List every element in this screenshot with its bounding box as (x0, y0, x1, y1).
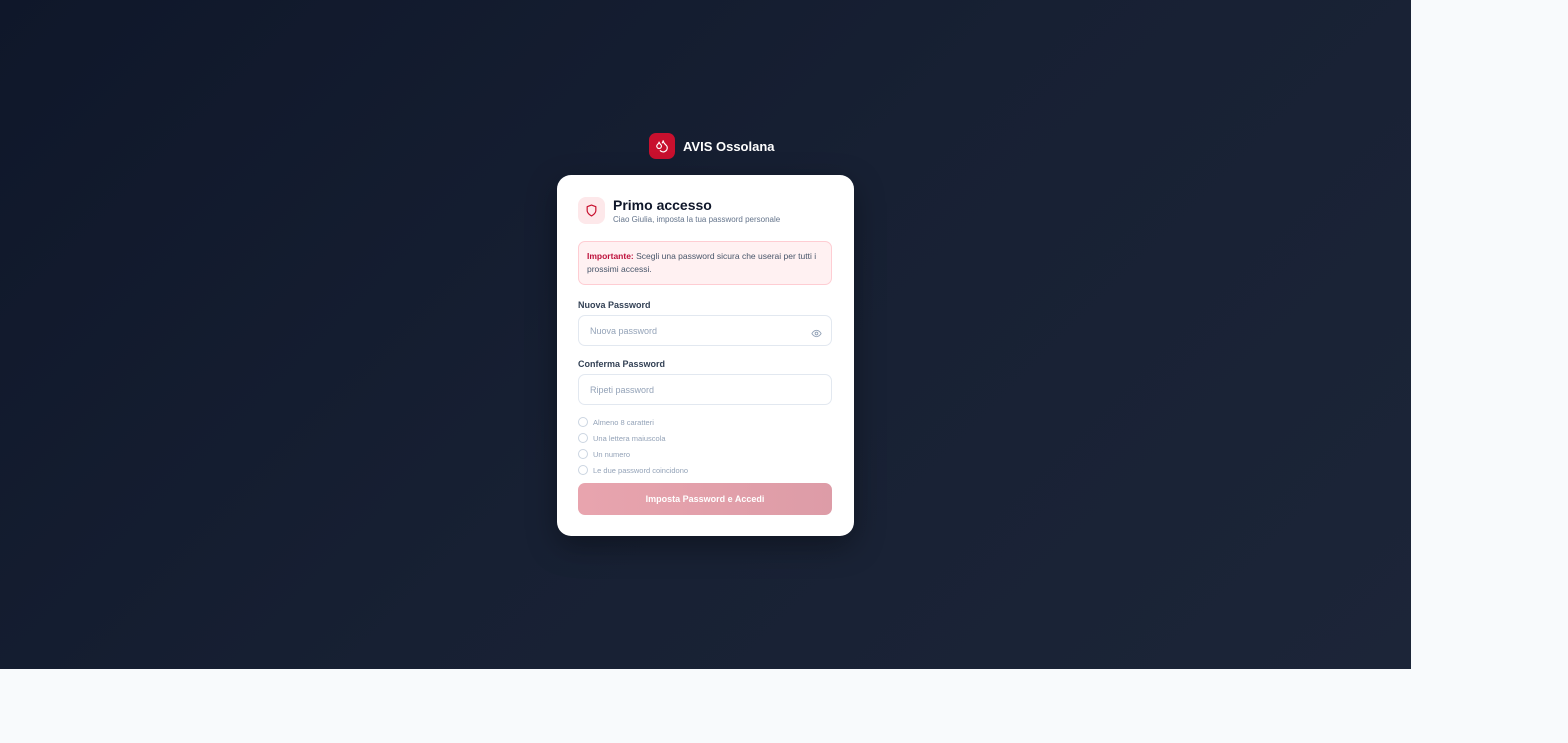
password-requirements: Almeno 8 caratteri Una lettera maiuscola… (578, 414, 688, 478)
shield-icon (578, 197, 605, 224)
requirement-circle-icon (578, 449, 588, 459)
submit-button[interactable]: Imposta Password e Accedi (578, 483, 832, 515)
requirement-item: Una lettera maiuscola (578, 430, 688, 446)
blood-drop-icon (649, 133, 675, 159)
page-subtitle: Ciao Giulia, imposta la tua password per… (613, 215, 781, 224)
new-password-label: Nuova Password (578, 300, 651, 310)
requirement-item: Le due password coincidono (578, 462, 688, 478)
requirement-circle-icon (578, 417, 588, 427)
brand-header: AVIS Ossolana (649, 133, 775, 159)
background-panel: AVIS Ossolana Primo accesso Ciao Giulia,… (0, 0, 1411, 669)
eye-icon[interactable] (811, 326, 822, 338)
alert-strong: Importante: (587, 251, 634, 261)
confirm-password-field (578, 374, 832, 405)
first-access-card: Primo accesso Ciao Giulia, imposta la tu… (557, 175, 854, 536)
page-title: Primo accesso (613, 197, 712, 213)
requirement-text: Una lettera maiuscola (593, 433, 666, 443)
brand-name: AVIS Ossolana (683, 138, 775, 154)
requirement-circle-icon (578, 433, 588, 443)
requirement-item: Un numero (578, 446, 688, 462)
confirm-password-label: Conferma Password (578, 359, 666, 369)
new-password-input[interactable] (579, 316, 799, 345)
requirement-text: Le due password coincidono (593, 465, 689, 475)
requirement-circle-icon (578, 465, 588, 475)
requirement-text: Almeno 8 caratteri (593, 417, 654, 427)
important-alert: Importante: Scegli una password sicura c… (578, 241, 832, 285)
card-header: Primo accesso Ciao Giulia, imposta la tu… (578, 197, 780, 224)
requirement-text: Un numero (593, 449, 631, 459)
confirm-password-input[interactable] (579, 375, 799, 404)
requirement-item: Almeno 8 caratteri (578, 414, 688, 430)
new-password-field (578, 315, 832, 346)
